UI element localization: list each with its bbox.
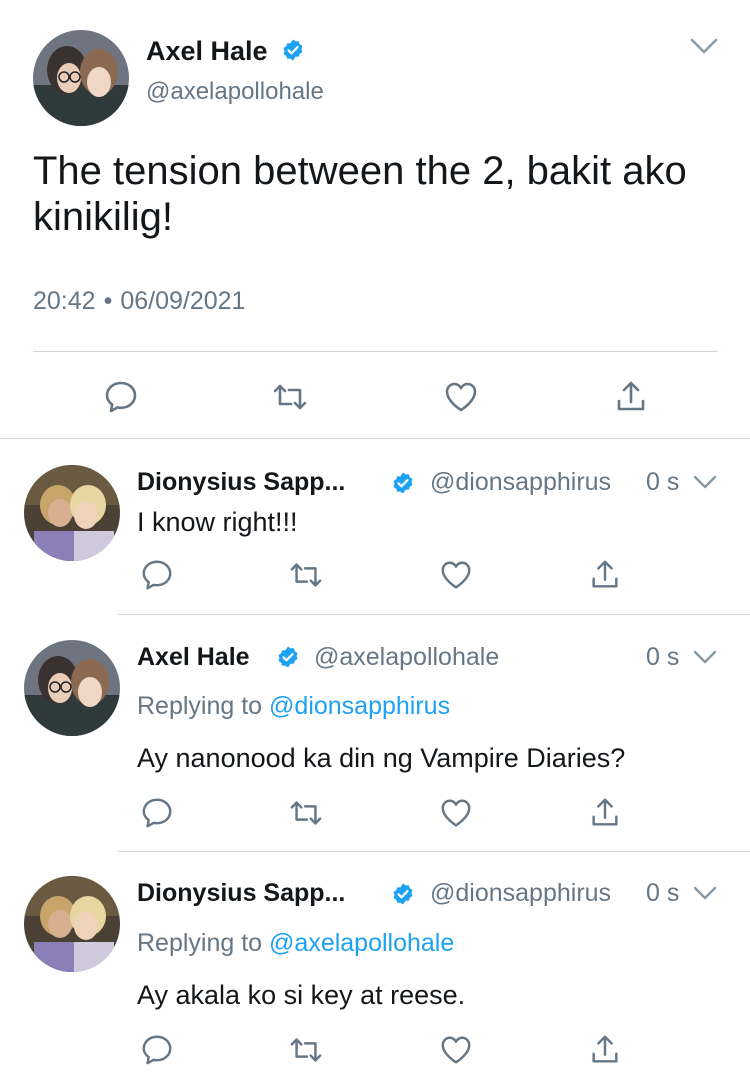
retweet-icon[interactable] (289, 1033, 323, 1067)
reply-text: I know right!!! (137, 507, 298, 537)
replying-to: Replying to @dionsapphirus (137, 692, 450, 721)
chevron-down-icon[interactable] (692, 883, 718, 903)
retweet-icon[interactable] (289, 558, 323, 592)
reply-text: Ay akala ko si key at reese. (137, 980, 466, 1010)
reply-timestamp: 0 s (646, 468, 680, 496)
like-icon[interactable] (439, 558, 473, 592)
reply-timestamp: 0 s (646, 879, 680, 907)
verified-badge-icon (281, 38, 305, 62)
reply-avatar[interactable] (24, 465, 120, 561)
divider (33, 351, 718, 352)
share-icon[interactable] (588, 1033, 622, 1067)
replying-to-mention[interactable]: @axelapollohale (269, 929, 454, 957)
share-icon[interactable] (613, 379, 649, 415)
author-avatar[interactable] (33, 30, 129, 126)
reply-author-handle[interactable]: @axelapollohale (314, 643, 499, 672)
reply-avatar[interactable] (24, 640, 120, 736)
reply-author-name[interactable]: Axel Hale (137, 643, 250, 672)
chevron-down-icon[interactable] (688, 34, 720, 58)
reply-author-handle[interactable]: @dionsapphirus (430, 879, 611, 908)
reply-icon[interactable] (140, 1033, 174, 1067)
divider (118, 851, 750, 852)
reply-author-name[interactable]: Dionysius Sapp... (137, 468, 345, 497)
reply-icon[interactable] (140, 558, 174, 592)
tweet-time: 20:42 (33, 287, 96, 315)
verified-badge-icon (391, 471, 415, 495)
tweet-timestamp: 20:42 • 06/09/2021 (33, 287, 245, 316)
replying-to-mention[interactable]: @dionsapphirus (269, 692, 450, 720)
retweet-icon[interactable] (289, 796, 323, 830)
reply-avatar[interactable] (24, 876, 120, 972)
replying-to-label: Replying to (137, 692, 263, 720)
share-icon[interactable] (588, 796, 622, 830)
meta-separator: • (103, 287, 113, 315)
share-icon[interactable] (588, 558, 622, 592)
reply-timestamp: 0 s (646, 643, 680, 671)
reply-icon[interactable] (140, 796, 174, 830)
author-name[interactable]: Axel Hale (146, 36, 268, 67)
reply-text: Ay nanonood ka din ng Vampire Diaries? (137, 743, 626, 773)
retweet-icon[interactable] (272, 379, 308, 415)
reply-icon[interactable] (103, 379, 139, 415)
divider (118, 614, 750, 615)
verified-badge-icon (391, 882, 415, 906)
tweet-text: The tension between the 2, bakit ako kin… (33, 149, 687, 239)
replying-to-label: Replying to (137, 929, 263, 957)
tweet-date: 06/09/2021 (120, 287, 246, 315)
like-icon[interactable] (439, 1033, 473, 1067)
reply-author-handle[interactable]: @dionsapphirus (430, 468, 611, 497)
chevron-down-icon[interactable] (692, 472, 718, 492)
replying-to: Replying to @axelapollohale (137, 929, 454, 958)
reply-author-name[interactable]: Dionysius Sapp... (137, 879, 345, 908)
section-divider (0, 438, 750, 439)
chevron-down-icon[interactable] (692, 647, 718, 667)
verified-badge-icon (276, 645, 300, 669)
author-handle[interactable]: @axelapollohale (146, 78, 324, 106)
like-icon[interactable] (443, 379, 479, 415)
like-icon[interactable] (439, 796, 473, 830)
